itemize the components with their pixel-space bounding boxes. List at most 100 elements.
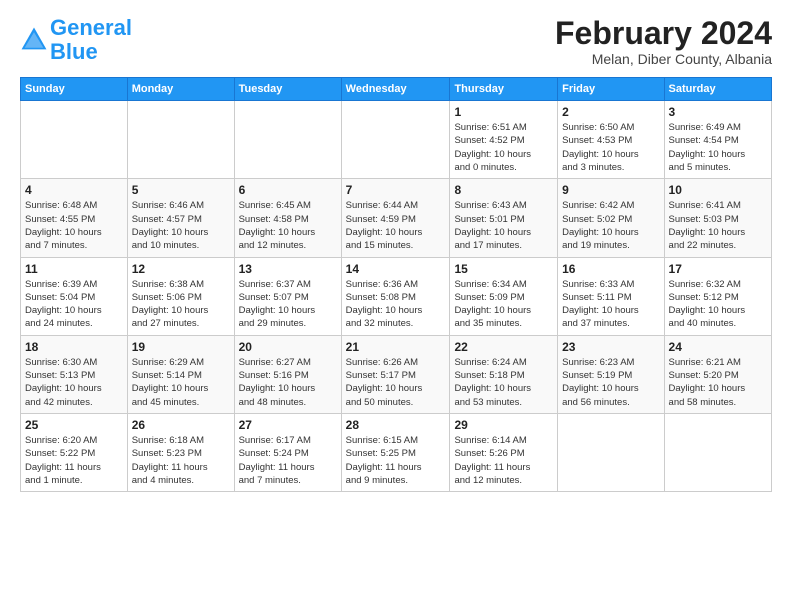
day-number: 22	[454, 340, 553, 354]
day-info: Sunrise: 6:21 AM Sunset: 5:20 PM Dayligh…	[669, 356, 767, 409]
day-cell: 2 Sunrise: 6:50 AM Sunset: 4:53 PM Daylig…	[558, 101, 664, 179]
week-row-4: 18 Sunrise: 6:30 AM Sunset: 5:13 PM Dayli…	[21, 335, 772, 413]
col-sunday: Sunday	[21, 78, 128, 101]
col-wednesday: Wednesday	[341, 78, 450, 101]
day-info: Sunrise: 6:17 AM Sunset: 5:24 PM Dayligh…	[239, 434, 337, 487]
day-cell: 22 Sunrise: 6:24 AM Sunset: 5:18 PM Dayli…	[450, 335, 558, 413]
day-cell: 25 Sunrise: 6:20 AM Sunset: 5:22 PM Dayli…	[21, 413, 128, 491]
col-saturday: Saturday	[664, 78, 771, 101]
day-info: Sunrise: 6:36 AM Sunset: 5:08 PM Dayligh…	[346, 278, 446, 331]
day-info: Sunrise: 6:46 AM Sunset: 4:57 PM Dayligh…	[132, 199, 230, 252]
day-info: Sunrise: 6:29 AM Sunset: 5:14 PM Dayligh…	[132, 356, 230, 409]
day-number: 18	[25, 340, 123, 354]
day-info: Sunrise: 6:20 AM Sunset: 5:22 PM Dayligh…	[25, 434, 123, 487]
day-number: 23	[562, 340, 659, 354]
col-tuesday: Tuesday	[234, 78, 341, 101]
day-number: 26	[132, 418, 230, 432]
day-info: Sunrise: 6:51 AM Sunset: 4:52 PM Dayligh…	[454, 121, 553, 174]
day-cell: 17 Sunrise: 6:32 AM Sunset: 5:12 PM Dayli…	[664, 257, 771, 335]
day-info: Sunrise: 6:45 AM Sunset: 4:58 PM Dayligh…	[239, 199, 337, 252]
day-info: Sunrise: 6:42 AM Sunset: 5:02 PM Dayligh…	[562, 199, 659, 252]
day-cell: 21Sunrise: 6:26 AM Sunset: 5:17 PM Dayli…	[341, 335, 450, 413]
day-number: 11	[25, 262, 123, 276]
col-friday: Friday	[558, 78, 664, 101]
day-cell: 23 Sunrise: 6:23 AM Sunset: 5:19 PM Dayli…	[558, 335, 664, 413]
day-cell: 8Sunrise: 6:43 AM Sunset: 5:01 PM Daylig…	[450, 179, 558, 257]
day-cell: 18 Sunrise: 6:30 AM Sunset: 5:13 PM Dayli…	[21, 335, 128, 413]
day-cell: 16Sunrise: 6:33 AM Sunset: 5:11 PM Dayli…	[558, 257, 664, 335]
day-info: Sunrise: 6:38 AM Sunset: 5:06 PM Dayligh…	[132, 278, 230, 331]
week-row-1: 1 Sunrise: 6:51 AM Sunset: 4:52 PM Daylig…	[21, 101, 772, 179]
day-info: Sunrise: 6:32 AM Sunset: 5:12 PM Dayligh…	[669, 278, 767, 331]
week-row-5: 25 Sunrise: 6:20 AM Sunset: 5:22 PM Dayli…	[21, 413, 772, 491]
day-number: 12	[132, 262, 230, 276]
col-monday: Monday	[127, 78, 234, 101]
day-info: Sunrise: 6:24 AM Sunset: 5:18 PM Dayligh…	[454, 356, 553, 409]
logo-text: General Blue	[50, 16, 132, 64]
day-number: 1	[454, 105, 553, 119]
logo-icon	[20, 26, 48, 54]
day-number: 8	[454, 183, 553, 197]
day-info: Sunrise: 6:27 AM Sunset: 5:16 PM Dayligh…	[239, 356, 337, 409]
day-info: Sunrise: 6:14 AM Sunset: 5:26 PM Dayligh…	[454, 434, 553, 487]
day-number: 28	[346, 418, 446, 432]
day-cell: 28Sunrise: 6:15 AM Sunset: 5:25 PM Dayli…	[341, 413, 450, 491]
day-number: 15	[454, 262, 553, 276]
day-number: 5	[132, 183, 230, 197]
day-cell: 20Sunrise: 6:27 AM Sunset: 5:16 PM Dayli…	[234, 335, 341, 413]
logo: General Blue	[20, 16, 132, 64]
day-cell: 3 Sunrise: 6:49 AM Sunset: 4:54 PM Daylig…	[664, 101, 771, 179]
day-info: Sunrise: 6:34 AM Sunset: 5:09 PM Dayligh…	[454, 278, 553, 331]
day-number: 3	[669, 105, 767, 119]
day-number: 21	[346, 340, 446, 354]
day-info: Sunrise: 6:30 AM Sunset: 5:13 PM Dayligh…	[25, 356, 123, 409]
day-info: Sunrise: 6:18 AM Sunset: 5:23 PM Dayligh…	[132, 434, 230, 487]
day-number: 25	[25, 418, 123, 432]
day-number: 14	[346, 262, 446, 276]
day-cell: 26 Sunrise: 6:18 AM Sunset: 5:23 PM Dayli…	[127, 413, 234, 491]
day-cell	[127, 101, 234, 179]
week-row-2: 4 Sunrise: 6:48 AM Sunset: 4:55 PM Daylig…	[21, 179, 772, 257]
day-cell: 19 Sunrise: 6:29 AM Sunset: 5:14 PM Dayli…	[127, 335, 234, 413]
day-number: 10	[669, 183, 767, 197]
day-info: Sunrise: 6:44 AM Sunset: 4:59 PM Dayligh…	[346, 199, 446, 252]
day-cell	[558, 413, 664, 491]
day-cell	[341, 101, 450, 179]
day-number: 19	[132, 340, 230, 354]
day-number: 24	[669, 340, 767, 354]
day-info: Sunrise: 6:37 AM Sunset: 5:07 PM Dayligh…	[239, 278, 337, 331]
location: Melan, Diber County, Albania	[555, 51, 772, 67]
day-cell: 29Sunrise: 6:14 AM Sunset: 5:26 PM Dayli…	[450, 413, 558, 491]
day-cell: 6Sunrise: 6:45 AM Sunset: 4:58 PM Daylig…	[234, 179, 341, 257]
month-title: February 2024	[555, 16, 772, 51]
logo-line2: Blue	[50, 40, 132, 64]
day-cell: 15 Sunrise: 6:34 AM Sunset: 5:09 PM Dayli…	[450, 257, 558, 335]
day-info: Sunrise: 6:39 AM Sunset: 5:04 PM Dayligh…	[25, 278, 123, 331]
page: General Blue February 2024 Melan, Diber …	[0, 0, 792, 502]
day-cell: 10Sunrise: 6:41 AM Sunset: 5:03 PM Dayli…	[664, 179, 771, 257]
calendar-table: Sunday Monday Tuesday Wednesday Thursday…	[20, 77, 772, 492]
day-info: Sunrise: 6:23 AM Sunset: 5:19 PM Dayligh…	[562, 356, 659, 409]
header: General Blue February 2024 Melan, Diber …	[20, 16, 772, 67]
day-cell: 13Sunrise: 6:37 AM Sunset: 5:07 PM Dayli…	[234, 257, 341, 335]
day-cell: 24 Sunrise: 6:21 AM Sunset: 5:20 PM Dayli…	[664, 335, 771, 413]
day-cell	[21, 101, 128, 179]
title-block: February 2024 Melan, Diber County, Alban…	[555, 16, 772, 67]
day-info: Sunrise: 6:50 AM Sunset: 4:53 PM Dayligh…	[562, 121, 659, 174]
day-number: 4	[25, 183, 123, 197]
day-number: 17	[669, 262, 767, 276]
day-cell: 14 Sunrise: 6:36 AM Sunset: 5:08 PM Dayli…	[341, 257, 450, 335]
day-info: Sunrise: 6:48 AM Sunset: 4:55 PM Dayligh…	[25, 199, 123, 252]
day-number: 2	[562, 105, 659, 119]
day-cell: 9Sunrise: 6:42 AM Sunset: 5:02 PM Daylig…	[558, 179, 664, 257]
day-cell: 7 Sunrise: 6:44 AM Sunset: 4:59 PM Daylig…	[341, 179, 450, 257]
logo-line1: General	[50, 15, 132, 40]
day-cell: 11 Sunrise: 6:39 AM Sunset: 5:04 PM Dayli…	[21, 257, 128, 335]
day-info: Sunrise: 6:49 AM Sunset: 4:54 PM Dayligh…	[669, 121, 767, 174]
day-number: 7	[346, 183, 446, 197]
day-number: 16	[562, 262, 659, 276]
day-cell	[664, 413, 771, 491]
day-cell: 5 Sunrise: 6:46 AM Sunset: 4:57 PM Daylig…	[127, 179, 234, 257]
day-number: 27	[239, 418, 337, 432]
day-cell: 27 Sunrise: 6:17 AM Sunset: 5:24 PM Dayli…	[234, 413, 341, 491]
